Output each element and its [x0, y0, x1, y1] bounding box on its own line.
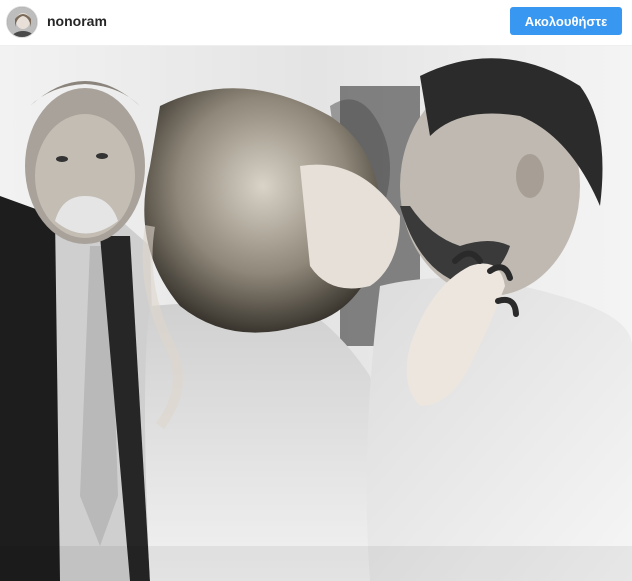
- post-photo[interactable]: [0, 46, 632, 581]
- user-avatar-icon: [7, 7, 37, 37]
- photo-image: [0, 46, 632, 581]
- follow-button[interactable]: Ακολουθήστε: [510, 7, 622, 35]
- instagram-post: nonoram Ακολουθήστε: [0, 0, 632, 581]
- post-header: nonoram Ακολουθήστε: [0, 0, 632, 46]
- user-avatar[interactable]: [6, 6, 38, 38]
- username-link[interactable]: nonoram: [47, 13, 107, 29]
